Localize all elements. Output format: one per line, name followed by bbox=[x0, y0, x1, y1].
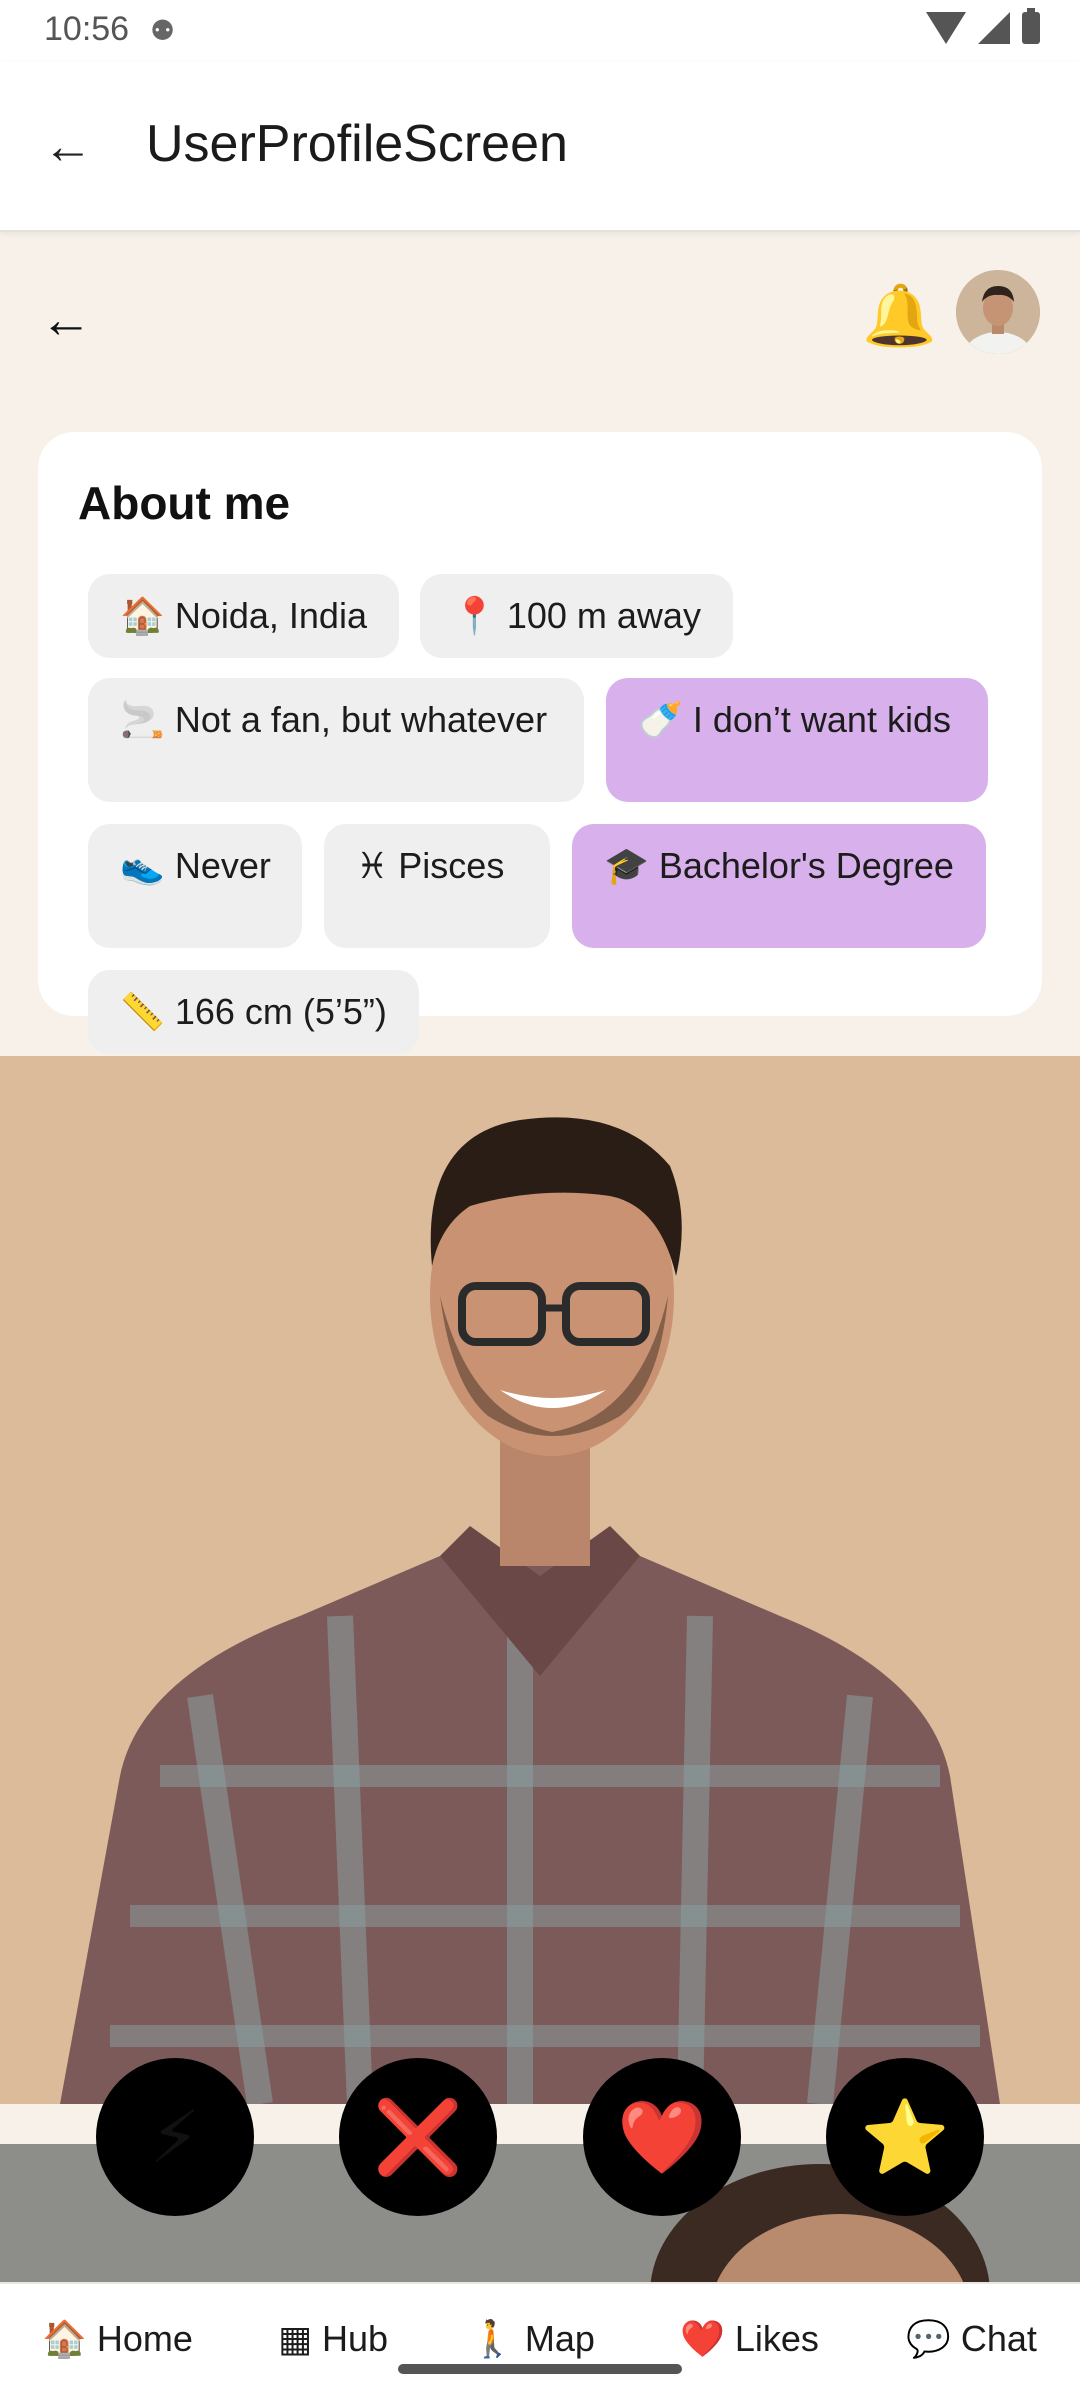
nav-label: Home bbox=[96, 2318, 193, 2359]
chip-label: Not a fan, but whatever bbox=[174, 699, 548, 740]
boost-button[interactable]: ⚡ bbox=[96, 2058, 254, 2216]
ruler-icon: 📏 bbox=[120, 991, 165, 1032]
nav-label: Chat bbox=[960, 2318, 1037, 2359]
baby-bottle-icon: 🍼 bbox=[638, 699, 683, 740]
nav-likes[interactable]: ❤️ Likes bbox=[680, 2318, 819, 2360]
star-icon: ⭐ bbox=[860, 2097, 950, 2178]
chip-label: Never bbox=[174, 845, 271, 886]
home-icon: 🏠 bbox=[42, 2318, 87, 2359]
status-notification-icon: ⚉ bbox=[150, 15, 176, 46]
home-indicator[interactable] bbox=[398, 2364, 682, 2374]
chip-distance[interactable]: 📍 100 m away bbox=[420, 574, 733, 658]
avatar[interactable] bbox=[956, 270, 1040, 354]
bell-icon[interactable]: 🔔 bbox=[862, 280, 937, 351]
lightning-icon: ⚡ bbox=[149, 2098, 201, 2178]
nav-label: Hub bbox=[322, 2318, 389, 2359]
chip-label: 166 cm (5’5”) bbox=[174, 991, 387, 1032]
chip-label: Noida, India bbox=[174, 595, 367, 636]
nav-map[interactable]: 🚶 Map bbox=[470, 2318, 595, 2360]
status-bar: 10:56 ⚉ bbox=[0, 0, 1080, 62]
chip-kids[interactable]: 🍼 I don’t want kids bbox=[606, 678, 988, 802]
like-button[interactable]: ❤️ bbox=[583, 2058, 741, 2216]
cigarette-icon: 🚬 bbox=[120, 699, 165, 740]
app-bar: ← UserProfileScreen bbox=[0, 62, 1080, 232]
bottom-nav: 🏠 Home ▦ Hub 🚶 Map ❤️ Likes 💬 Chat bbox=[0, 2282, 1080, 2400]
signal-icon bbox=[978, 12, 1010, 44]
action-bar: ⚡ ❌ ❤️ ⭐ bbox=[0, 2058, 1080, 2218]
speech-bubble-icon: 💬 bbox=[906, 2318, 951, 2359]
heart-icon: ❤️ bbox=[680, 2318, 725, 2359]
chip-zodiac[interactable]: ♓ Pisces bbox=[324, 824, 550, 948]
wifi-icon bbox=[926, 12, 966, 44]
chip-smoking[interactable]: 🚬 Not a fan, but whatever bbox=[88, 678, 584, 802]
nav-label: Likes bbox=[734, 2318, 819, 2359]
back-arrow-icon[interactable]: ← bbox=[36, 114, 100, 178]
chip-label: Bachelor's Degree bbox=[658, 845, 954, 886]
about-title: About me bbox=[78, 477, 291, 529]
superlike-button[interactable]: ⭐ bbox=[826, 2058, 984, 2216]
battery-icon bbox=[1022, 8, 1040, 44]
dislike-button[interactable]: ❌ bbox=[339, 2058, 497, 2216]
chip-label: 100 m away bbox=[506, 595, 701, 636]
home-icon: 🏠 bbox=[120, 595, 165, 636]
chip-height[interactable]: 📏 166 cm (5’5”) bbox=[88, 970, 419, 1054]
nav-hub[interactable]: ▦ Hub bbox=[278, 2318, 388, 2360]
profile-photo-image bbox=[0, 1056, 1080, 2104]
cross-icon: ❌ bbox=[373, 2097, 463, 2178]
chip-exercise[interactable]: 👟 Never bbox=[88, 824, 302, 948]
nav-chat[interactable]: 💬 Chat bbox=[906, 2318, 1037, 2360]
page-title: UserProfileScreen bbox=[146, 115, 568, 173]
profile-back-button[interactable]: ← bbox=[40, 290, 92, 350]
nav-label: Map bbox=[524, 2318, 595, 2359]
chip-location[interactable]: 🏠 Noida, India bbox=[88, 574, 399, 658]
sneaker-icon: 👟 bbox=[120, 845, 165, 886]
grid-icon: ▦ bbox=[278, 2318, 313, 2359]
avatar-image bbox=[956, 270, 1040, 354]
chip-label: I don’t want kids bbox=[692, 699, 951, 740]
graduation-cap-icon: 🎓 bbox=[604, 845, 649, 886]
heart-icon: ❤️ bbox=[617, 2097, 707, 2178]
status-time: 10:56 bbox=[44, 10, 130, 48]
walking-person-icon: 🚶 bbox=[470, 2318, 515, 2359]
chip-education[interactable]: 🎓 Bachelor's Degree bbox=[572, 824, 986, 948]
nav-home[interactable]: 🏠 Home bbox=[42, 2318, 193, 2360]
status-icons bbox=[926, 8, 1040, 44]
pin-icon: 📍 bbox=[452, 595, 497, 636]
profile-photo[interactable] bbox=[0, 1056, 1080, 2104]
chip-label: Pisces bbox=[398, 845, 505, 886]
pisces-icon: ♓ bbox=[356, 845, 389, 886]
